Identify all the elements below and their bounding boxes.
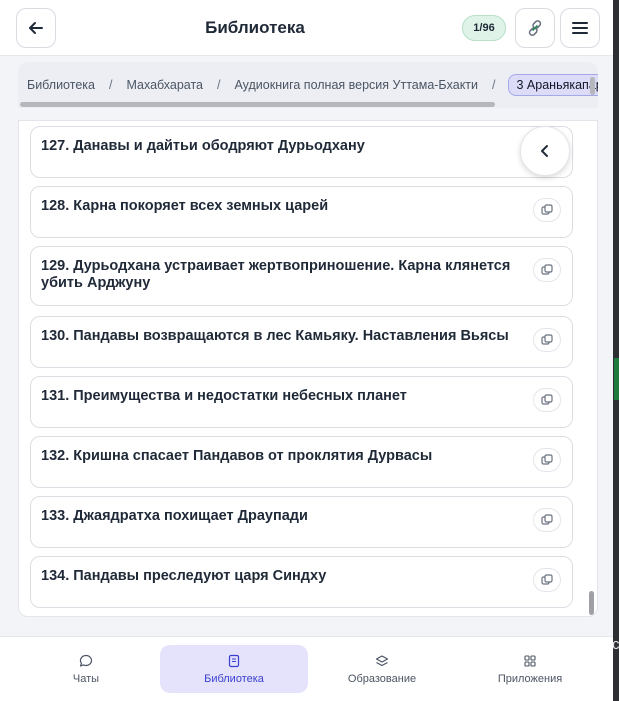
chat-bubble-icon bbox=[79, 653, 93, 669]
page-title: Библиотека bbox=[205, 18, 305, 37]
copy-icon bbox=[541, 334, 553, 345]
list-item-title: 132. Кришна спасает Пандавов от прокляти… bbox=[41, 448, 433, 464]
list-item-title: 133. Джаядратха похищает Драупади bbox=[41, 508, 308, 524]
copy-icon bbox=[541, 454, 553, 465]
book-icon bbox=[227, 653, 241, 669]
breadcrumb-separator: / bbox=[217, 78, 221, 92]
link-icon bbox=[528, 20, 542, 36]
list-item[interactable]: 132. Кришна спасает Пандавов от прокляти… bbox=[30, 436, 573, 488]
window-edge-text: c bbox=[612, 636, 619, 653]
list-item-title: 130. Пандавы возвращаются в лес Камьяку.… bbox=[41, 328, 509, 344]
nav-item-chats[interactable]: Чаты bbox=[12, 645, 160, 693]
nav-item-label: Чаты bbox=[72, 673, 100, 685]
copy-button[interactable] bbox=[533, 508, 561, 532]
breadcrumb-separator: / bbox=[492, 78, 496, 92]
breadcrumb-scrollbar-thumb[interactable] bbox=[20, 102, 495, 107]
copy-icon bbox=[541, 574, 553, 585]
breadcrumb-item-current[interactable]: 3 Араньякапарва bbox=[507, 74, 598, 96]
copy-button[interactable] bbox=[533, 568, 561, 592]
nav-item-apps[interactable]: Приложения bbox=[456, 645, 604, 693]
breadcrumb: Библиотека / Махабхарата / Аудиокнига по… bbox=[18, 74, 598, 96]
counter-badge[interactable]: 1/96 bbox=[462, 15, 506, 41]
breadcrumb-scrollbar[interactable] bbox=[18, 100, 598, 108]
list-item-title: 128. Карна покоряет всех земных царей bbox=[41, 198, 329, 214]
list-item[interactable]: 129. Дурьодхана устраивает жертвоприноше… bbox=[30, 246, 573, 306]
breadcrumb-item-audiobook[interactable]: Аудиокнига полная версия Уттама-Бхакти bbox=[224, 78, 488, 92]
hamburger-icon bbox=[572, 22, 588, 34]
window-edge-accent bbox=[614, 358, 619, 400]
list-item[interactable]: 134. Пандавы преследуют царя Синдху bbox=[30, 556, 573, 608]
copy-button[interactable] bbox=[533, 258, 561, 282]
chevron-left-icon bbox=[541, 145, 548, 157]
bottom-nav: Чаты Библиотека Образование Приложения bbox=[0, 636, 613, 701]
list-item[interactable]: 133. Джаядратха похищает Драупади bbox=[30, 496, 573, 548]
back-button[interactable] bbox=[16, 8, 56, 48]
breadcrumb-separator: / bbox=[108, 78, 113, 92]
nav-item-label: Образование bbox=[347, 673, 417, 685]
nav-item-label: Приложения bbox=[497, 673, 563, 685]
copy-icon bbox=[541, 514, 553, 525]
list-item-title: 127. Данавы и дайтьи ободряют Дурьодхану bbox=[41, 138, 365, 154]
nav-item-label: Библиотека bbox=[204, 673, 264, 685]
list-item[interactable]: 127. Данавы и дайтьи ободряют Дурьодхану bbox=[30, 126, 573, 178]
copy-icon bbox=[541, 394, 553, 405]
list-item[interactable]: 131. Преимущества и недостатки небесных … bbox=[30, 376, 573, 428]
list-item-title: 134. Пандавы преследуют царя Синдху bbox=[41, 568, 327, 584]
list-scrollbar-thumb[interactable] bbox=[589, 591, 594, 615]
copy-button[interactable] bbox=[533, 388, 561, 412]
nav-item-library[interactable]: Библиотека bbox=[160, 645, 308, 693]
grid-icon bbox=[523, 653, 537, 669]
list-item[interactable]: 128. Карна покоряет всех земных царей bbox=[30, 186, 573, 238]
copy-button[interactable] bbox=[533, 328, 561, 352]
copy-icon bbox=[541, 204, 553, 215]
breadcrumb-item-mahabharata[interactable]: Махабхарата bbox=[116, 78, 213, 92]
app: Библиотека 1/96 Библиотека / Махабхарата… bbox=[0, 0, 613, 701]
list-item-title: 131. Преимущества и недостатки небесных … bbox=[41, 388, 407, 404]
nav-item-education[interactable]: Образование bbox=[308, 645, 456, 693]
copy-button[interactable] bbox=[533, 198, 561, 222]
copy-button[interactable] bbox=[533, 448, 561, 472]
copy-icon bbox=[541, 264, 553, 275]
window-edge bbox=[613, 0, 619, 701]
breadcrumb-item-library[interactable]: Библиотека bbox=[18, 78, 105, 92]
header: Библиотека 1/96 bbox=[0, 0, 613, 56]
layers-icon bbox=[375, 653, 389, 669]
collapse-button[interactable] bbox=[520, 126, 570, 176]
list-item[interactable]: 130. Пандавы возвращаются в лес Камьяку.… bbox=[30, 316, 573, 368]
list-item-title: 129. Дурьодхана устраивает жертвоприноше… bbox=[41, 258, 511, 291]
menu-button[interactable] bbox=[560, 8, 600, 48]
link-button[interactable] bbox=[515, 8, 555, 48]
chapter-list: 127. Данавы и дайтьи ободряют Дурьодхану… bbox=[18, 120, 598, 617]
breadcrumb-vertical-scrollbar[interactable] bbox=[590, 77, 595, 95]
arrow-left-icon bbox=[29, 22, 43, 34]
